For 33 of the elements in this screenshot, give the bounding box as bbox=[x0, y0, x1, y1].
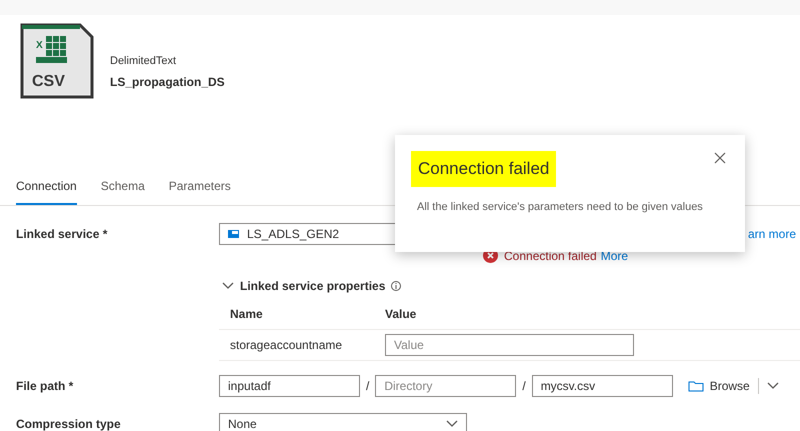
chevron-icon bbox=[222, 282, 234, 290]
directory-input[interactable]: Directory bbox=[375, 375, 516, 397]
info-icon bbox=[391, 281, 402, 291]
property-name: storageaccountname bbox=[230, 338, 344, 352]
learn-more-link[interactable]: arn more bbox=[748, 227, 796, 241]
compression-dropdown[interactable]: None bbox=[219, 413, 467, 431]
popup-message: All the linked service's parameters need to be given values bbox=[417, 200, 704, 215]
tab[interactable]: Schema bbox=[100, 179, 145, 205]
file-input[interactable]: mycsv.csv bbox=[532, 375, 673, 397]
column-header: Value bbox=[385, 307, 418, 321]
csv-file-icon: X CSV bbox=[20, 23, 94, 99]
browse-button[interactable]: Browse bbox=[688, 379, 750, 393]
container-input[interactable]: inputadf bbox=[219, 375, 360, 397]
value-input[interactable]: Value bbox=[385, 334, 634, 356]
folder-icon bbox=[688, 380, 704, 392]
field-label: Linked service * bbox=[16, 227, 108, 241]
path-separator: / bbox=[366, 379, 370, 393]
field-label: Compression type bbox=[16, 417, 122, 431]
field-label: File path * bbox=[16, 379, 74, 393]
chevron-down-icon bbox=[446, 420, 458, 428]
column-header: Name bbox=[230, 307, 264, 321]
dataset-type: DelimitedText bbox=[110, 55, 178, 67]
dataset-name: LS_propagation_DS bbox=[110, 75, 225, 89]
tab[interactable]: Parameters bbox=[168, 179, 231, 205]
storage-icon bbox=[228, 230, 239, 238]
chevron-down-icon[interactable] bbox=[766, 382, 779, 390]
path-separator: / bbox=[522, 379, 526, 393]
close-button[interactable] bbox=[713, 151, 727, 165]
popup-title: Connection failed bbox=[411, 151, 556, 187]
more-link[interactable]: More bbox=[600, 248, 628, 262]
error-message: Connection failed bbox=[504, 248, 597, 262]
tab[interactable]: Connection bbox=[16, 179, 77, 205]
properties-expander[interactable]: Linked service properties bbox=[222, 279, 800, 293]
